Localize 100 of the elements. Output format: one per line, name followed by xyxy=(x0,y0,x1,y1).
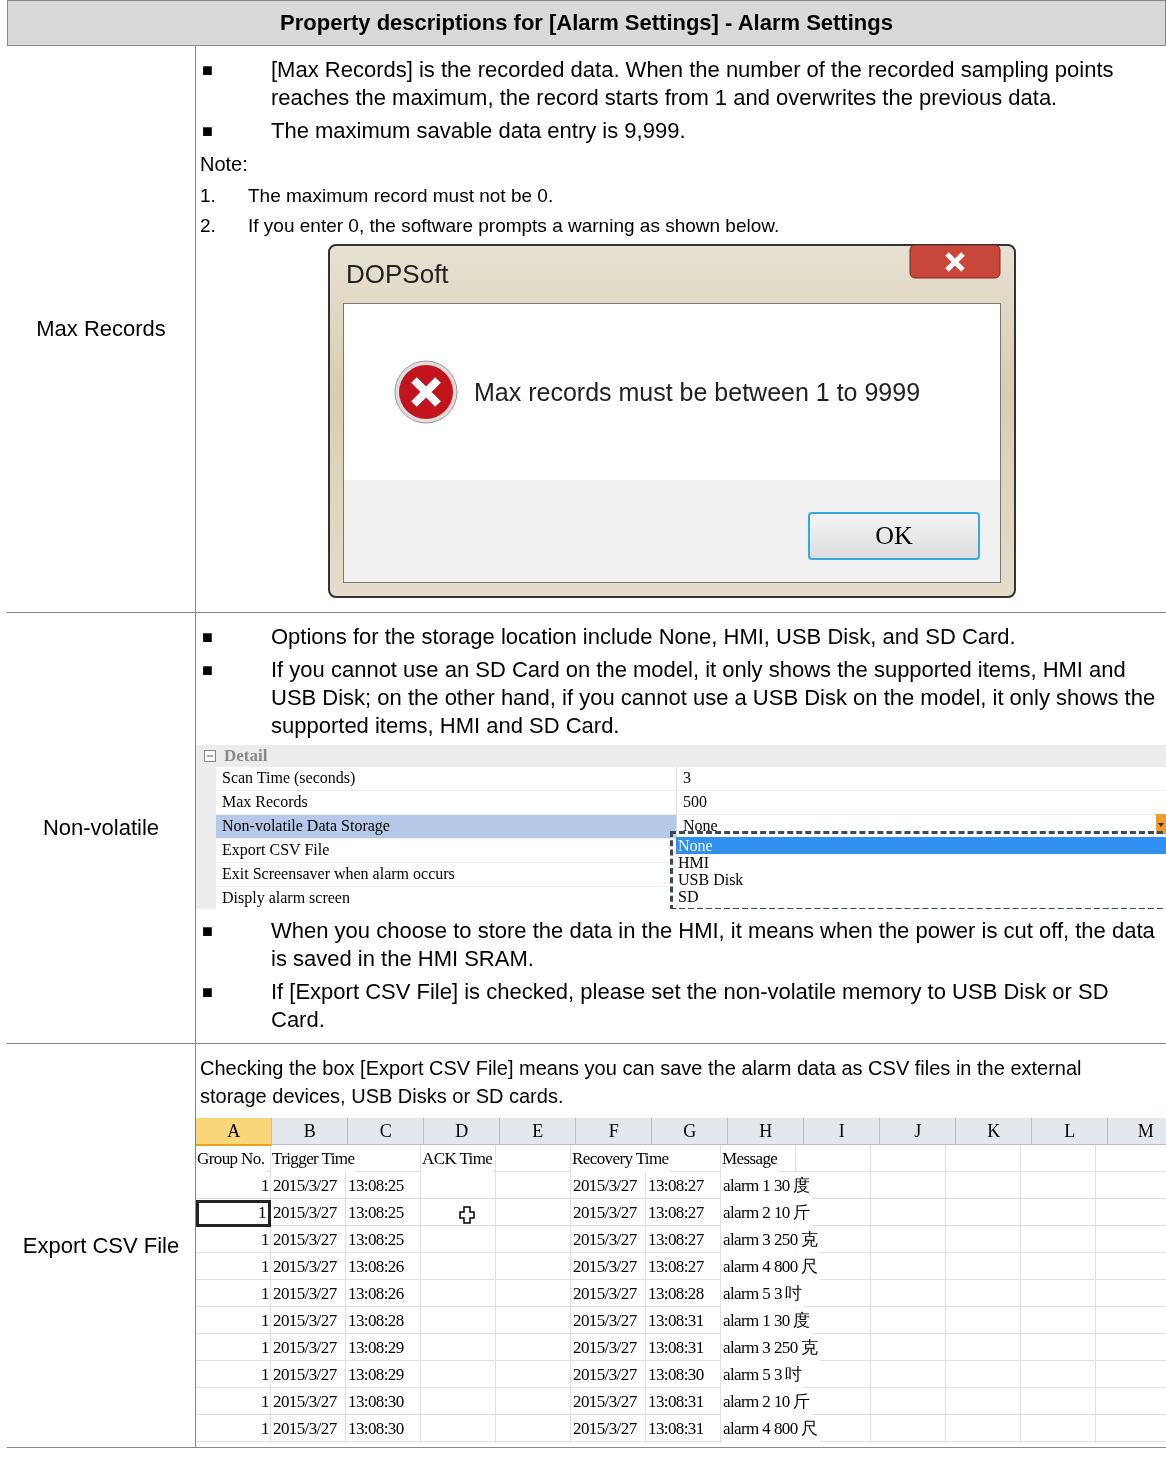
sheet-cell-text: 1 xyxy=(260,1391,270,1413)
bullet-text: When you choose to store the data in the HMI, it means when the power is cut off, the data is saved in the HMI SRAM. xyxy=(271,917,1156,973)
sheet-cell: Recovery Time xyxy=(571,1146,670,1172)
sheet-cell-text: 2015/3/27 xyxy=(572,1337,638,1359)
bullet-text: [Max Records] is the recorded data. When the number of the recorded sampling points reaches the maximum, the record starts from 1 and overwrites the previous data. xyxy=(271,56,1115,112)
sheet-cell-text: 2015/3/27 xyxy=(272,1175,338,1197)
sheet-cell-text: 2015/3/27 xyxy=(572,1364,638,1386)
sheet-cell-text: 2015/3/27 xyxy=(272,1256,338,1278)
column-header[interactable]: A xyxy=(196,1118,272,1146)
bullet-marker: ■ xyxy=(201,659,214,682)
error-icon xyxy=(394,360,458,424)
sheet-cell-text: 2015/3/27 xyxy=(572,1256,638,1278)
row-label: Export CSV File xyxy=(22,1231,180,1260)
sheet-cell-text: 1 xyxy=(260,1175,270,1197)
sheet-cell: alarm 1 30 度 xyxy=(721,1308,812,1334)
sheet-cell-text: 13:08:25 xyxy=(347,1229,405,1251)
sheet-cell-text: 13:08:28 xyxy=(647,1283,705,1305)
sheet-cell-text: 2015/3/27 xyxy=(272,1337,338,1359)
sheet-cell: alarm 2 10 斤 xyxy=(721,1389,812,1415)
sheet-cell-text: 13:08:31 xyxy=(647,1310,705,1332)
column-header[interactable]: E xyxy=(500,1118,576,1145)
collapse-toggle-icon[interactable] xyxy=(204,750,216,762)
paragraph: Checking the box [Export CSV File] means you can save the alarm data as CSV files in the external storage devices, USB Disks or SD cards. xyxy=(200,1056,1083,1109)
sheet-cell-text: 13:08:30 xyxy=(647,1364,705,1386)
sheet-cell-text: 1 xyxy=(260,1229,270,1251)
cursor-icon xyxy=(459,1206,475,1224)
sheet-cell-text: 13:08:25 xyxy=(347,1175,405,1197)
sheet-cell-text: 2015/3/27 xyxy=(572,1175,638,1197)
column-header[interactable]: J xyxy=(880,1118,956,1145)
property-value[interactable]: 3 xyxy=(677,767,1166,790)
sheet-cell-text: 1 xyxy=(260,1337,270,1359)
bullet-text: Options for the storage location include None, HMI, USB Disk, and SD Card. xyxy=(271,623,1017,651)
sheet-cell-text: 2015/3/27 xyxy=(272,1364,338,1386)
sheet-cell-text: 2015/3/27 xyxy=(272,1202,338,1224)
column-header[interactable]: L xyxy=(1032,1118,1108,1145)
sheet-cell-text: 2015/3/27 xyxy=(272,1229,338,1251)
column-header[interactable]: G xyxy=(652,1118,728,1145)
sheet-cell: alarm 4 800 尺 xyxy=(721,1254,820,1280)
list-number: 2. xyxy=(200,214,217,238)
sheet-cell-text: 13:08:31 xyxy=(647,1391,705,1413)
sheet-cell-text: 13:08:26 xyxy=(347,1256,405,1278)
dropdown-option[interactable]: USB Disk xyxy=(676,871,1166,888)
sheet-cell-text: 13:08:27 xyxy=(647,1202,705,1224)
sheet-cell-text: 2015/3/27 xyxy=(272,1310,338,1332)
sheet-cell: alarm 5 3 吋 xyxy=(721,1281,804,1307)
column-header[interactable]: B xyxy=(272,1118,348,1145)
sheet-cell-text: 13:08:25 xyxy=(347,1202,405,1224)
column-header[interactable]: C xyxy=(348,1118,424,1145)
sheet-cell-text: 1 xyxy=(260,1310,270,1332)
ok-button[interactable]: OK xyxy=(808,512,980,560)
dialog-message: Max records must be between 1 to 9999 xyxy=(474,377,921,407)
sheet-cell: alarm 3 250 克 xyxy=(721,1227,820,1253)
column-header[interactable]: M xyxy=(1108,1118,1166,1145)
sheet-cell: alarm 3 250 克 xyxy=(721,1335,820,1361)
sheet-cell-text: 1 xyxy=(260,1283,270,1305)
group-title: Detail xyxy=(224,746,268,766)
close-icon[interactable] xyxy=(909,245,1001,279)
sheet-cell-text: 13:08:27 xyxy=(647,1229,705,1251)
sheet-cell: alarm 4 800 尺 xyxy=(721,1416,820,1442)
sheet-cell-text: 13:08:27 xyxy=(647,1175,705,1197)
column-header[interactable]: K xyxy=(956,1118,1032,1145)
dropdown-option[interactable]: SD xyxy=(676,888,1166,905)
property-name[interactable]: Max Records xyxy=(216,791,677,814)
list-text: The maximum record must not be 0. xyxy=(248,184,555,208)
column-header[interactable]: D xyxy=(424,1118,500,1145)
paragraph: Note: xyxy=(200,152,249,177)
sheet-cell-text: 13:08:27 xyxy=(647,1256,705,1278)
property-name[interactable]: Scan Time (seconds) xyxy=(216,767,677,790)
bullet-marker: ■ xyxy=(201,920,214,943)
sheet-cell-text: 13:08:30 xyxy=(347,1418,405,1440)
list-number: 1. xyxy=(200,184,217,208)
sheet-cell-text: 2015/3/27 xyxy=(572,1391,638,1413)
sheet-cell-text: 2015/3/27 xyxy=(272,1391,338,1413)
sheet-cell-text: 13:08:28 xyxy=(347,1310,405,1332)
sheet-cell: Trigger Time xyxy=(271,1146,356,1172)
column-header[interactable]: F xyxy=(576,1118,652,1145)
row-label: Max Records xyxy=(36,315,166,343)
bullet-marker: ■ xyxy=(201,626,214,649)
sheet-cell-text: 2015/3/27 xyxy=(272,1283,338,1305)
sheet-cell-text: 1 xyxy=(260,1364,270,1386)
sheet-cell-text: 1 xyxy=(260,1418,270,1440)
table-header: Property descriptions for [Alarm Settings] - Alarm Settings xyxy=(7,0,1166,46)
bullet-text: If you cannot use an SD Card on the model, it only shows the supported items, HMI and USB Disk; on the other hand, if you cannot use a USB Disk on the model, it only shows the supported items, HMI and SD Card. xyxy=(271,656,1157,740)
sheet-cell: alarm 5 3 吋 xyxy=(721,1362,804,1388)
bullet-text: If [Export CSV File] is checked, please set the non-volatile memory to USB Disk or SD Card. xyxy=(271,978,1110,1034)
sheet-cell-text: 13:08:26 xyxy=(347,1283,405,1305)
sheet-cell-text: 2015/3/27 xyxy=(272,1418,338,1440)
sheet-cell-text: 1 xyxy=(260,1256,270,1278)
dialog-title: DOPSoft xyxy=(346,259,449,290)
column-header[interactable]: I xyxy=(804,1118,880,1145)
bullet-text: The maximum savable data entry is 9,999. xyxy=(271,117,687,145)
property-value[interactable]: 500 xyxy=(677,791,1166,814)
sheet-cell-text: 13:08:31 xyxy=(647,1337,705,1359)
sheet-cell: alarm 2 10 斤 xyxy=(721,1200,812,1226)
bullet-marker: ■ xyxy=(201,981,214,1004)
dropdown-option[interactable]: HMI xyxy=(676,854,1166,871)
column-header[interactable]: H xyxy=(728,1118,804,1145)
sheet-cell-text: 13:08:29 xyxy=(347,1337,405,1359)
property-name[interactable]: Non-volatile Data Storage xyxy=(216,815,677,838)
sheet-cell-text: 2015/3/27 xyxy=(572,1202,638,1224)
